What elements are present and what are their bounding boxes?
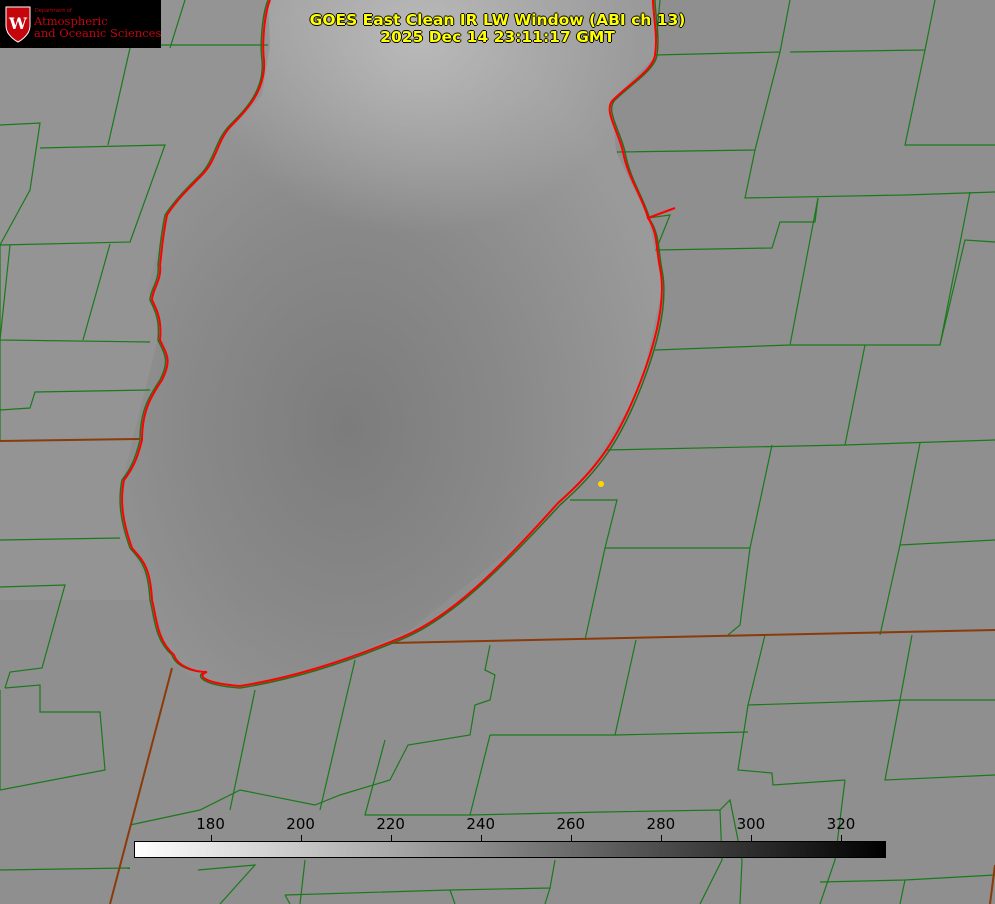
colorbar-tick-label: 180 [196,815,225,833]
colorbar-tick-mark [840,835,842,841]
image-title: GOES East Clean IR LW Window (ABI ch 13)… [0,12,995,46]
colorbar-tick-label: 320 [826,815,856,833]
colorbar-tick-label: 260 [556,815,586,833]
colorbar [134,841,886,858]
colorbar-tick-mark [210,835,212,841]
colorbar-tick-mark [750,835,752,841]
title-line2: 2025 Dec 14 23:11:17 GMT [380,28,615,46]
colorbar-tick-label: 300 [736,815,766,833]
colorbar-tick-mark [570,835,572,841]
satellite-map [0,0,995,904]
colorbar-tick-label: 280 [646,815,676,833]
colorbar-tick-mark [660,835,662,841]
colorbar-tick-mark [300,835,302,841]
colorbar-tick-mark [480,835,482,841]
colorbar-tick-label: 240 [466,815,496,833]
title-line1: GOES East Clean IR LW Window (ABI ch 13) [309,11,686,29]
colorbar-tick-label: 200 [286,815,315,833]
colorbar-tick-mark [390,835,392,841]
colorbar-ticks: 180 200 220 240 260 280 300 320 [0,815,995,837]
city-marker [598,481,604,487]
colorbar-tick-label: 220 [376,815,405,833]
